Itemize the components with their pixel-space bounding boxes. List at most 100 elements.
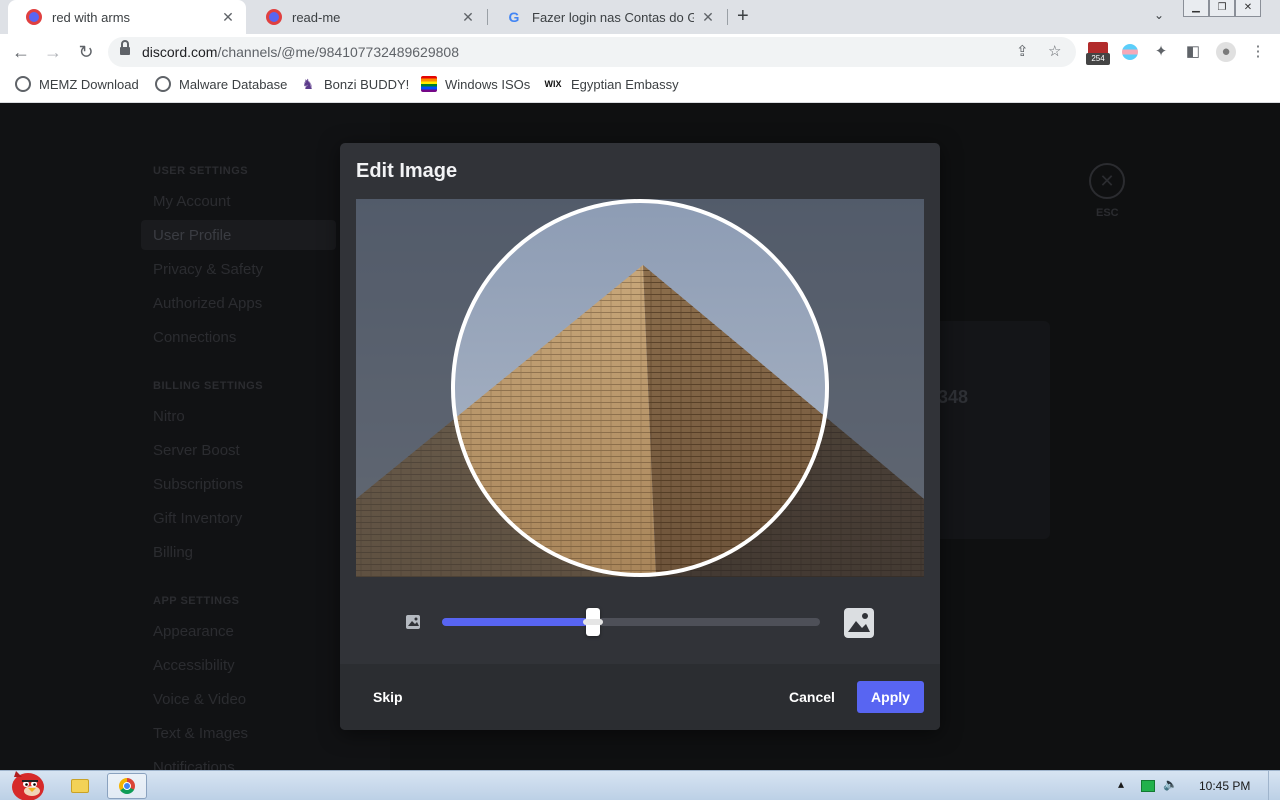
window-controls: ▁ ❐ ✕ [1183,0,1261,18]
tray-show-hidden-icon[interactable]: ▴ [1118,777,1124,791]
browser-tab-strip: red with arms ✕ read-me ✕ G Fazer login … [0,0,1280,34]
nav-accessibility[interactable]: Accessibility [153,657,235,674]
browser-toolbar: ← → ↻ discord.com/channels/@me/984107732… [0,34,1280,70]
side-panel-icon[interactable]: ◧ [1183,42,1203,62]
tab-read-me[interactable]: read-me ✕ [248,0,486,34]
nav-my-account[interactable]: My Account [153,193,231,210]
taskbar-explorer[interactable] [60,773,100,799]
bookmark-label: Egyptian Embassy [571,76,679,92]
bookmark-memz-download[interactable]: MEMZ Download [15,76,139,92]
taskbar-chrome[interactable] [107,773,147,799]
modal-title: Edit Image [356,160,458,182]
tab-close-icon[interactable]: ✕ [220,9,236,26]
discord-favicon-icon [266,9,282,25]
volume-tray-icon[interactable]: 🔈 [1163,777,1178,791]
esc-label: ESC [1096,207,1119,219]
tab-red-with-arms[interactable]: red with arms ✕ [8,0,246,34]
bookmark-label: MEMZ Download [39,76,139,92]
rainbow-flag-icon [421,76,437,92]
taskbar-clock[interactable]: 10:45 PM [1199,779,1250,793]
address-bar[interactable]: discord.com/channels/@me/984107732489629… [108,37,1076,67]
tab-separator [727,9,728,25]
globe-icon [15,76,31,92]
cancel-button[interactable]: Cancel [776,681,848,713]
edit-image-modal: Edit Image Skip Cancel Apply [340,143,940,730]
profile-avatar-icon[interactable]: ● [1216,42,1236,62]
image-small-icon [406,615,420,629]
forward-arrow-icon[interactable]: → [42,41,64,63]
back-arrow-icon[interactable]: ← [10,41,32,63]
tab-search-chevron-icon[interactable]: ⌄ [1154,8,1164,22]
minimize-icon[interactable]: ▁ [1183,0,1209,17]
discord-favicon-icon [26,9,42,25]
nav-authorized-apps[interactable]: Authorized Apps [153,295,262,312]
nav-billing[interactable]: Billing [153,544,193,561]
image-crop-area[interactable] [356,199,924,577]
url-text[interactable]: discord.com/channels/@me/984107732489629… [142,44,459,60]
folder-icon [71,779,89,793]
nav-gift-inventory[interactable]: Gift Inventory [153,510,242,527]
nav-header-billing-settings: BILLING SETTINGS [153,380,264,392]
google-favicon-icon: G [508,9,520,25]
extensions-puzzle-icon[interactable]: ✦ [1151,42,1171,62]
bookmark-egyptian-embassy[interactable]: WIX Egyptian Embassy [543,76,679,92]
bookmark-label: Malware Database [179,76,288,92]
nav-appearance[interactable]: Appearance [153,623,234,640]
zoom-slider[interactable] [442,608,820,636]
profile-number-fragment: 348 [938,387,969,407]
bookmark-label: Bonzi BUDDY! [324,76,410,92]
menu-kebab-icon[interactable]: ⋮ [1248,42,1268,62]
nav-user-profile[interactable]: User Profile [153,227,231,244]
zoom-control [340,603,940,643]
nav-nitro[interactable]: Nitro [153,408,185,425]
reload-icon[interactable]: ↻ [75,41,97,63]
nav-privacy-safety[interactable]: Privacy & Safety [153,261,263,278]
url-host: discord.com [142,44,218,60]
profile-preview-card [930,321,1050,539]
bookmark-label: Windows ISOs [445,76,531,92]
nav-header-app-settings: APP SETTINGS [153,595,240,607]
angry-bird-start-icon[interactable] [4,765,48,800]
nav-subscriptions[interactable]: Subscriptions [153,476,243,493]
tab-google-login[interactable]: G Fazer login nas Contas do Goo ✕ [488,0,726,34]
network-tray-icon[interactable] [1141,780,1155,792]
bookmark-malware-database[interactable]: Malware Database [155,76,287,92]
share-icon[interactable]: ⇪ [1016,42,1029,60]
wix-icon: WIX [544,79,562,89]
tab-close-icon[interactable]: ✕ [700,9,716,26]
tab-title: red with arms [52,9,131,25]
flag-extension-icon[interactable] [1122,44,1138,60]
close-window-icon[interactable]: ✕ [1235,0,1261,17]
restore-icon[interactable]: ❐ [1209,0,1235,17]
nav-connections[interactable]: Connections [153,329,236,346]
apply-button[interactable]: Apply [857,681,924,713]
nav-text-images[interactable]: Text & Images [153,725,248,742]
new-tab-plus-icon[interactable]: + [737,5,749,28]
zoom-slider-fill [442,618,594,626]
bookmark-windows-isos[interactable]: Windows ISOs [421,76,530,92]
modal-footer: Skip Cancel Apply [340,664,940,730]
nav-server-boost[interactable]: Server Boost [153,442,240,459]
nav-notifications[interactable]: Notifications [153,759,235,770]
image-large-icon [844,608,874,638]
close-settings-icon[interactable]: ✕ [1089,163,1125,199]
bookmarks-bar: MEMZ Download Malware Database ♞ Bonzi B… [0,70,1280,103]
nav-voice-video[interactable]: Voice & Video [153,691,246,708]
bonzi-icon: ♞ [301,75,315,92]
nav-header-user-settings: USER SETTINGS [153,165,249,177]
pyramid-photo [356,199,924,577]
zoom-slider-handle[interactable] [583,608,604,636]
windows-taskbar: ▴ 🔈 10:45 PM [0,770,1280,800]
tab-title: read-me [292,9,341,25]
bookmark-bonzi-buddy[interactable]: ♞ Bonzi BUDDY! [300,75,410,92]
extension-badge: 254 [1086,53,1110,65]
lock-icon[interactable] [120,40,130,57]
tab-title: Fazer login nas Contas do Goo [532,9,694,25]
tab-close-icon[interactable]: ✕ [460,9,476,26]
chrome-icon [119,778,135,794]
bookmark-star-icon[interactable]: ☆ [1048,42,1061,60]
skip-button[interactable]: Skip [360,681,416,713]
show-desktop-button[interactable] [1268,771,1280,800]
calendar-extension-icon[interactable]: 254 [1086,42,1110,65]
globe-icon [155,76,171,92]
